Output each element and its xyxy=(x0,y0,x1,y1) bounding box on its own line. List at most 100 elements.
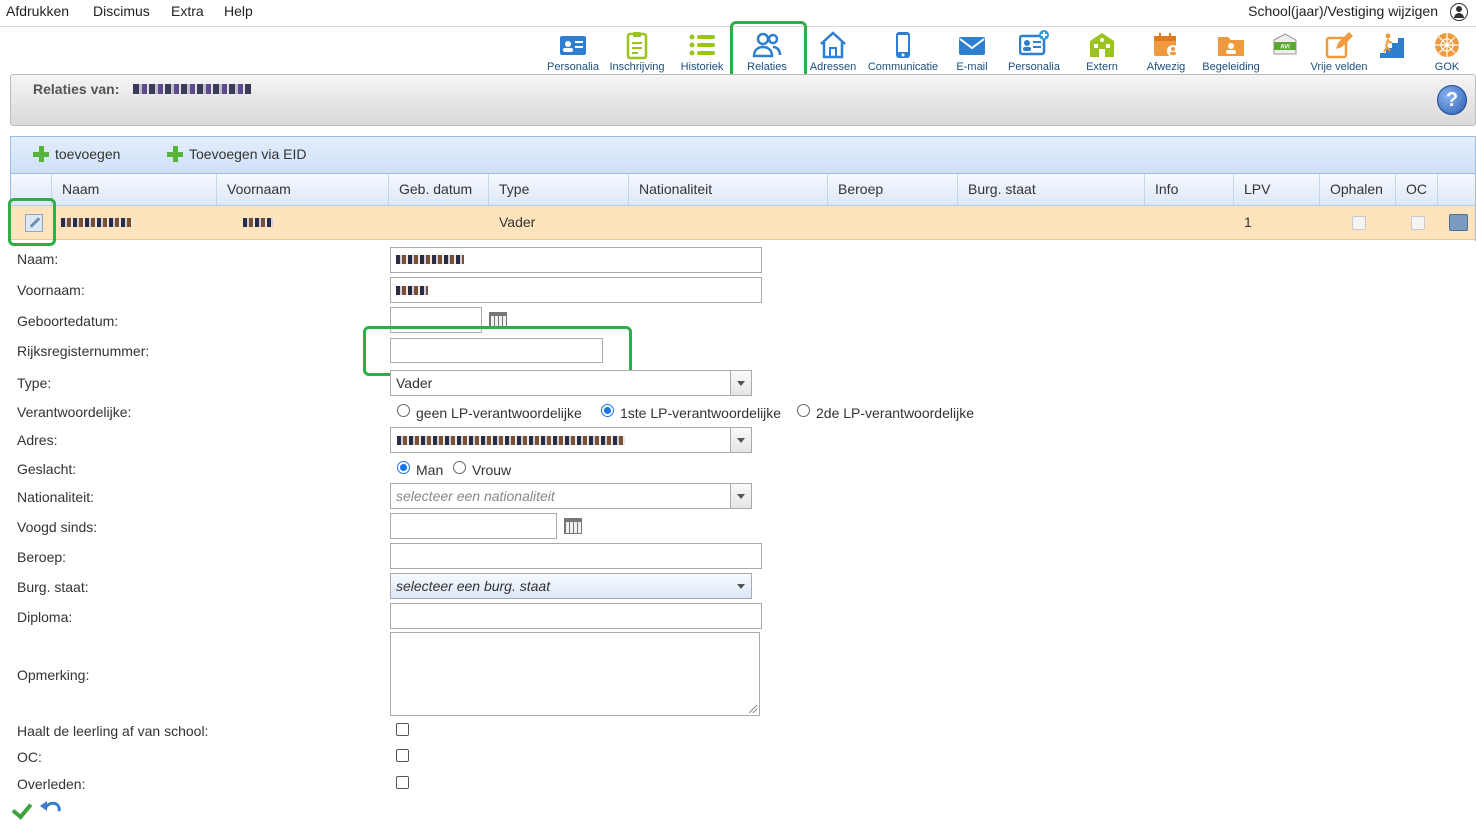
radio-1ste-lp-label: 1ste LP-verantwoordelijke xyxy=(620,405,782,421)
naam-input[interactable] xyxy=(390,247,762,273)
voornaam-value-redacted xyxy=(396,286,428,295)
adres-value-redacted xyxy=(397,436,625,445)
row-details-icon[interactable] xyxy=(1449,214,1468,231)
nationaliteit-placeholder: selecteer een nationaliteit xyxy=(396,488,555,504)
user-circle-icon[interactable] xyxy=(1450,3,1468,21)
toolbar-label: Afwezig xyxy=(1146,61,1186,73)
edit-pencil-icon xyxy=(1325,32,1353,59)
column-header-lpv[interactable]: LPV xyxy=(1234,174,1320,205)
toolbar-begeleiding[interactable]: Begeleiding xyxy=(1200,28,1262,74)
menu-help[interactable]: Help xyxy=(224,3,253,19)
add-via-eid-button[interactable]: Toevoegen via EID xyxy=(167,146,307,162)
row-naam-redacted xyxy=(61,218,133,227)
undo-icon[interactable] xyxy=(40,799,58,815)
column-header-info[interactable]: Info xyxy=(1145,174,1234,205)
radio-geen-lp-label: geen LP-verantwoordelijke xyxy=(416,405,582,421)
relations-title: Relaties van: xyxy=(33,81,120,97)
stairs-person-icon xyxy=(1380,33,1404,58)
menu-discimus[interactable]: Discimus xyxy=(93,3,150,19)
column-header-ophalen[interactable]: Ophalen xyxy=(1320,174,1396,205)
chevron-down-icon xyxy=(731,574,751,598)
phone-icon xyxy=(896,32,910,58)
toolbar-label: Personalia xyxy=(547,61,599,73)
column-header-beroep[interactable]: Beroep xyxy=(828,174,958,205)
row-oc-checkbox xyxy=(1411,216,1425,230)
adres-select[interactable] xyxy=(390,427,752,453)
column-header-oc[interactable]: OC xyxy=(1396,174,1438,205)
label-naam: Naam: xyxy=(17,251,59,267)
radio-man[interactable] xyxy=(397,461,410,474)
toolbar-historiek[interactable]: Historiek xyxy=(674,28,730,74)
toolbar-extern[interactable]: Extern xyxy=(1074,28,1130,74)
row-lpv: 1 xyxy=(1244,214,1252,230)
add-via-eid-label: Toevoegen via EID xyxy=(189,146,307,162)
toolbar-label: Vrije velden xyxy=(1310,61,1368,73)
overleden-checkbox[interactable] xyxy=(396,776,409,789)
table-row[interactable]: Vader 1 xyxy=(11,206,1475,240)
haalt-af-checkbox[interactable] xyxy=(396,723,409,736)
row-type: Vader xyxy=(499,214,536,230)
column-header-voornaam[interactable]: Voornaam xyxy=(217,174,389,205)
column-header-naam[interactable]: Naam xyxy=(52,174,217,205)
toolbar-trajecten[interactable] xyxy=(1374,28,1412,74)
menu-afdrukken[interactable]: Afdrukken xyxy=(6,3,69,19)
toolbar-vrije-velden[interactable]: Vrije velden xyxy=(1308,28,1370,74)
label-oc: OC: xyxy=(17,749,42,765)
radio-man-label: Man xyxy=(416,462,444,478)
highlight-edit xyxy=(8,198,56,246)
beroep-input[interactable] xyxy=(390,543,762,569)
column-header-burg-staat[interactable]: Burg. staat xyxy=(958,174,1145,205)
voogd-sinds-input[interactable] xyxy=(390,513,557,539)
nationaliteit-select[interactable]: selecteer een nationaliteit xyxy=(390,483,752,509)
menu-extra[interactable]: Extra xyxy=(171,3,204,19)
burg-staat-select[interactable]: selecteer een burg. staat xyxy=(390,573,752,599)
column-header-type[interactable]: Type xyxy=(489,174,629,205)
label-opmerking: Opmerking: xyxy=(17,667,90,683)
chevron-down-icon xyxy=(730,428,751,452)
voornaam-input[interactable] xyxy=(390,277,762,303)
label-burg-staat: Burg. staat: xyxy=(17,579,89,595)
diploma-input[interactable] xyxy=(390,603,762,629)
add-relation-button[interactable]: toevoegen xyxy=(33,146,120,162)
building-icon xyxy=(1090,33,1114,57)
toolbar-label: Adressen xyxy=(809,61,857,73)
label-rijksregisternummer: Rijksregisternummer: xyxy=(17,343,150,359)
chevron-down-icon xyxy=(730,484,751,508)
radio-geen-lp[interactable] xyxy=(397,404,410,417)
toolbar-inschrijving[interactable]: Inschrijving xyxy=(606,28,668,74)
label-geslacht: Geslacht: xyxy=(17,461,77,477)
column-header-nationaliteit[interactable]: Nationaliteit xyxy=(629,174,828,205)
envelope-icon xyxy=(959,37,985,55)
toolbar-adressen[interactable]: Adressen xyxy=(804,28,862,74)
relations-grid: toevoegen Toevoegen via EID Naam Voornaa… xyxy=(10,136,1476,241)
radio-1ste-lp[interactable] xyxy=(601,404,614,417)
toolbar-afwezig[interactable]: Afwezig xyxy=(1138,28,1194,74)
calendar-icon[interactable] xyxy=(564,518,582,534)
label-verantwoordelijke: Verantwoordelijke: xyxy=(17,404,132,420)
toolbar-email[interactable]: E-mail xyxy=(944,28,1000,74)
label-geboortedatum: Geboortedatum: xyxy=(17,313,119,329)
save-check-icon[interactable] xyxy=(14,798,34,814)
toolbar-personalia[interactable]: Personalia xyxy=(544,28,602,74)
plus-icon xyxy=(167,146,183,162)
clipboard-icon xyxy=(626,32,648,60)
toolbar-communicatie[interactable]: Communicatie xyxy=(866,28,940,74)
radio-vrouw[interactable] xyxy=(453,461,466,474)
toolbar-label: Communicatie xyxy=(867,61,939,73)
globe-network-icon xyxy=(1435,33,1459,57)
oc-checkbox[interactable] xyxy=(396,749,409,762)
help-icon[interactable]: ? xyxy=(1437,85,1467,115)
toolbar-label: Personalia xyxy=(1008,61,1060,73)
radio-2de-lp[interactable] xyxy=(797,404,810,417)
type-select[interactable]: Vader xyxy=(390,370,752,396)
relations-header-panel: Relaties van: ? xyxy=(10,74,1476,126)
toolbar-gok[interactable]: GOK xyxy=(1420,28,1474,74)
toolbar-personalia-extra[interactable]: Personalia xyxy=(1002,28,1066,74)
type-select-value: Vader xyxy=(396,375,433,391)
toolbar-avi[interactable]: AVI xyxy=(1264,28,1306,74)
calendar-person-icon xyxy=(1154,33,1179,57)
opmerking-textarea[interactable] xyxy=(390,632,760,716)
school-switch-link[interactable]: School(jaar)/Vestiging wijzigen xyxy=(1248,3,1438,19)
house-icon xyxy=(820,31,846,59)
column-header-geb-datum[interactable]: Geb. datum xyxy=(389,174,489,205)
